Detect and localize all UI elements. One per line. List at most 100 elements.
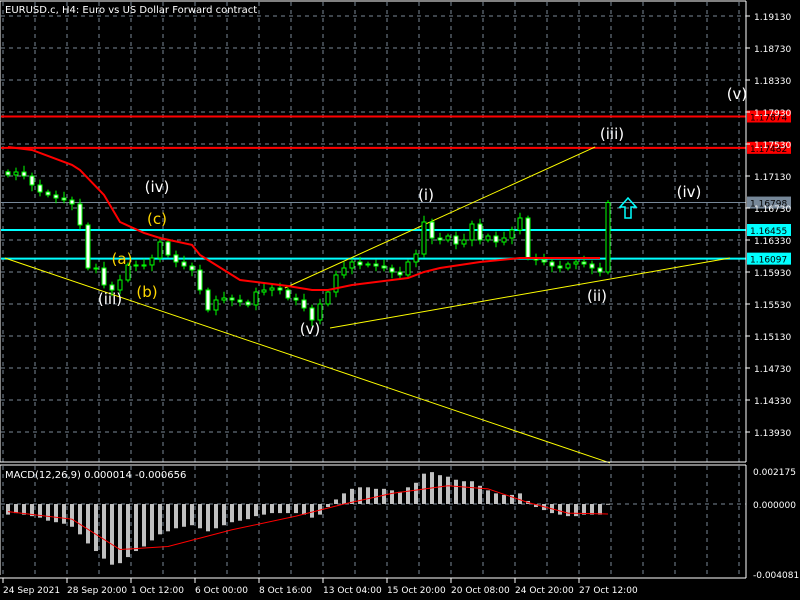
candle-body xyxy=(205,289,211,311)
candle-body xyxy=(229,297,235,301)
candle-body xyxy=(421,221,427,255)
macd-bar xyxy=(6,504,10,515)
candle-body xyxy=(181,261,187,267)
candle-body xyxy=(453,235,459,245)
wave-label: (ii) xyxy=(587,287,607,305)
time-tick-label: 24 Oct 20:00 xyxy=(515,586,574,596)
candle-body xyxy=(437,237,443,241)
candle-body xyxy=(221,297,227,301)
macd-panel xyxy=(6,472,610,565)
price-tick-label: 1.17530 xyxy=(754,141,791,151)
macd-tick-label: 0.002175 xyxy=(753,468,796,478)
candle-body xyxy=(381,265,387,269)
wave-label: (b) xyxy=(136,283,157,301)
wave-label: (iii) xyxy=(98,290,122,308)
price-tick-label: 1.17930 xyxy=(754,109,791,119)
macd-bar xyxy=(294,504,298,514)
wave-label: (v) xyxy=(727,85,748,103)
macd-bar xyxy=(286,504,290,514)
price-level-label: 1.16097 xyxy=(750,256,787,266)
macd-bar xyxy=(406,487,410,504)
price-axis: 1.19130 1.18730 1.18330 1.17930 1.17530 1.171… xyxy=(746,13,799,581)
macd-bar xyxy=(222,504,226,526)
macd-bar xyxy=(110,504,114,565)
chart-canvas[interactable]: 1.178741.174821.167981.164551.16097 (iv)… xyxy=(0,0,800,600)
horizontal-levels[interactable]: 1.178741.174821.167981.164551.16097 xyxy=(1,110,791,266)
candle-body xyxy=(277,287,283,291)
candle-body xyxy=(189,265,195,271)
macd-bar xyxy=(470,481,474,504)
macd-bar xyxy=(454,479,458,504)
candle-body xyxy=(61,197,67,201)
candle-body xyxy=(389,267,395,273)
macd-bar xyxy=(246,504,250,520)
macd-bar xyxy=(462,481,466,504)
candle-body xyxy=(237,299,243,303)
macd-bar xyxy=(278,504,282,514)
candle-body xyxy=(357,261,363,266)
candle-body xyxy=(93,267,99,270)
candle-body xyxy=(477,223,483,241)
candle-body xyxy=(245,301,251,306)
candle-body xyxy=(565,263,571,269)
wave-label: (i) xyxy=(418,186,434,204)
candle-body xyxy=(5,171,11,176)
candle-body xyxy=(213,299,219,311)
macd-bar xyxy=(486,490,490,504)
candle-body xyxy=(301,299,307,309)
candle-body xyxy=(133,264,139,267)
candle-body xyxy=(581,261,587,265)
candle-body xyxy=(549,261,555,267)
candle-body xyxy=(429,221,435,239)
macd-bar xyxy=(598,504,602,515)
wave-label: (iv) xyxy=(145,178,170,196)
candle-body xyxy=(261,289,267,293)
macd-bar xyxy=(238,504,242,521)
candles xyxy=(5,165,611,327)
macd-bar xyxy=(62,504,66,524)
candle-body xyxy=(605,202,611,273)
macd-tick-label: -0.004081 xyxy=(753,571,799,581)
macd-bar xyxy=(326,504,330,508)
candle-body xyxy=(541,259,547,263)
time-axis: 24 Sep 2021 28 Sep 20:00 1 Oct 12:00 6 Oct … xyxy=(2,578,638,596)
candle-body xyxy=(493,235,499,243)
price-tick-label: 1.17130 xyxy=(754,173,791,183)
candle-body xyxy=(13,171,19,176)
candle-body xyxy=(77,203,83,226)
macd-title: MACD(12,26,9) 0.000014 -0.000656 xyxy=(5,470,186,481)
price-level-label: 1.16455 xyxy=(750,227,787,237)
candle-body xyxy=(29,175,35,186)
macd-bar xyxy=(558,504,562,515)
macd-bar xyxy=(102,504,106,559)
candle-body xyxy=(557,265,563,269)
candle-body xyxy=(517,217,523,231)
macd-bar xyxy=(342,493,346,504)
price-tick-label: 1.16730 xyxy=(754,205,791,215)
macd-bar xyxy=(566,504,570,517)
price-tick-label: 1.15530 xyxy=(754,301,791,311)
macd-bar xyxy=(262,504,266,515)
candle-body xyxy=(509,229,515,239)
candle-body xyxy=(397,271,403,276)
macd-bar xyxy=(78,504,82,535)
wave-label: (iii) xyxy=(600,125,624,143)
time-tick-label: 8 Oct 16:00 xyxy=(259,586,312,596)
candle-body xyxy=(445,235,451,241)
candle-body xyxy=(53,194,59,199)
macd-bar xyxy=(502,494,506,504)
candle-body xyxy=(325,291,331,305)
macd-bar xyxy=(150,504,154,541)
candle-body xyxy=(45,191,51,196)
wave-label: (v) xyxy=(300,320,321,338)
macd-bar xyxy=(494,493,498,504)
candle-body xyxy=(501,237,507,243)
price-tick-label: 1.18730 xyxy=(754,45,791,55)
candle-body xyxy=(373,263,379,267)
macd-bar xyxy=(270,504,274,514)
candle-body xyxy=(309,307,315,321)
candle-body xyxy=(405,261,411,276)
chart-title: EURUSD.c, H4: Euro vs US Dollar Forward … xyxy=(5,5,257,16)
macd-bar xyxy=(190,504,194,526)
macd-bar xyxy=(54,504,58,523)
